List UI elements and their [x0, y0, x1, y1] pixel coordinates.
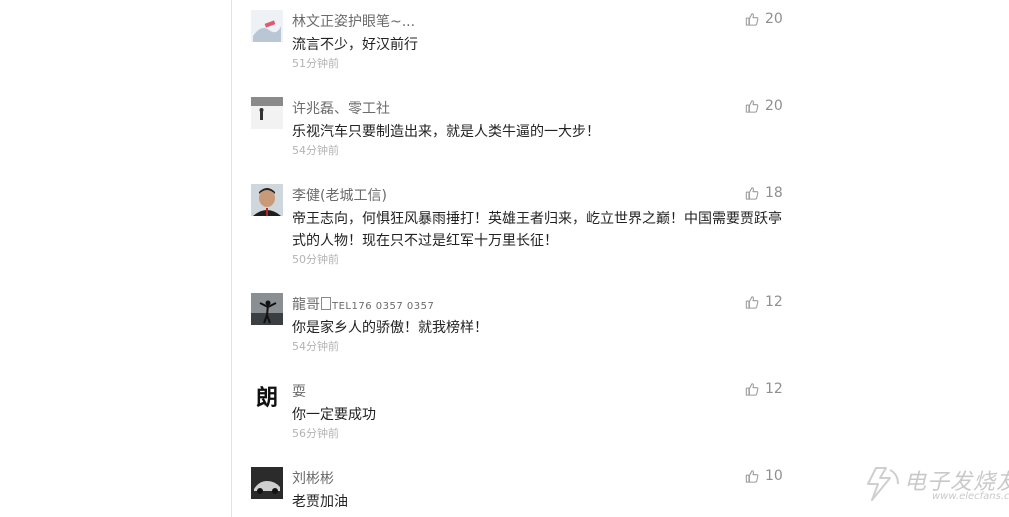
- thumbs-up-icon: [745, 383, 759, 396]
- comment-item: 李健(老城工信) 帝王志向，何惧狂风暴雨捶打！英雄王者归来，屹立世界之巅！中国需…: [251, 184, 791, 266]
- commenter-tel: TEL176 0357 0357: [332, 301, 435, 312]
- like-count: 10: [765, 468, 783, 484]
- commenter-name-text: 龍哥: [292, 297, 320, 313]
- like-count: 20: [765, 11, 783, 27]
- like-count: 18: [765, 185, 783, 201]
- comment-item: 许兆磊、零工社 乐视汽车只要制造出来，就是人类牛逼的一大步！ 54分钟前 20: [251, 97, 791, 157]
- like-button[interactable]: 10: [745, 468, 783, 484]
- commenter-name[interactable]: 李健(老城工信): [292, 185, 387, 205]
- like-button[interactable]: 20: [745, 11, 783, 27]
- avatar[interactable]: [251, 10, 283, 42]
- thumbs-up-icon: [745, 100, 759, 113]
- like-count: 20: [765, 98, 783, 114]
- thumbs-up-icon: [745, 296, 759, 309]
- comment-time: 51分钟前: [292, 57, 339, 70]
- like-button[interactable]: 18: [745, 185, 783, 201]
- comment-item: 龍哥 TEL176 0357 0357 你是家乡人的骄傲！就我榜样！ 54分钟前 …: [251, 293, 791, 353]
- comment-item: 刘彬彬 老贾加油 10: [251, 467, 791, 517]
- avatar-calligraphy: 朗: [255, 385, 278, 411]
- watermark-logo-icon: [867, 467, 899, 501]
- comment-text: 流言不少，好汉前行: [292, 37, 418, 53]
- thumbs-up-icon: [745, 13, 759, 26]
- comment-time: 54分钟前: [292, 340, 339, 353]
- avatar[interactable]: [251, 97, 283, 129]
- watermark-url: www.elecfans.com: [932, 491, 1009, 502]
- commenter-name[interactable]: 刘彬彬: [292, 468, 334, 488]
- commenter-name[interactable]: 许兆磊、零工社: [292, 98, 390, 118]
- comment-text: 你一定要成功: [292, 407, 376, 423]
- comment-text: 你是家乡人的骄傲！就我榜样！: [292, 320, 488, 336]
- comment-text: 乐视汽车只要制造出来，就是人类牛逼的一大步！: [292, 124, 600, 140]
- missing-glyph-box: [321, 297, 331, 310]
- comment-text: 老贾加油: [292, 494, 348, 510]
- commenter-name[interactable]: 林文正姿护眼笔~...: [292, 11, 415, 31]
- avatar[interactable]: [251, 467, 283, 499]
- like-count: 12: [765, 294, 783, 310]
- avatar[interactable]: [251, 293, 283, 325]
- commenter-name[interactable]: 耍: [292, 381, 306, 401]
- like-count: 12: [765, 381, 783, 397]
- comment-item: 林文正姿护眼笔~... 流言不少，好汉前行 51分钟前 20: [251, 10, 791, 70]
- like-button[interactable]: 20: [745, 98, 783, 114]
- comment-text: 帝王志向，何惧狂风暴雨捶打！英雄王者归来，屹立世界之巅！中国需要贾跃亭式的人物！…: [292, 211, 782, 249]
- avatar[interactable]: [251, 184, 283, 216]
- commenter-name[interactable]: 龍哥 TEL176 0357 0357: [292, 294, 434, 314]
- like-button[interactable]: 12: [745, 381, 783, 397]
- avatar[interactable]: 朗: [251, 380, 283, 412]
- comment-time: 56分钟前: [292, 427, 339, 440]
- comment-item: 朗 耍 你一定要成功 56分钟前 12: [251, 380, 791, 440]
- comment-time: 50分钟前: [292, 253, 339, 266]
- like-button[interactable]: 12: [745, 294, 783, 310]
- watermark: 电子发烧友 www.elecfans.com: [864, 462, 1009, 510]
- comment-time: 54分钟前: [292, 144, 339, 157]
- left-divider: [231, 0, 232, 517]
- thumbs-up-icon: [745, 470, 759, 483]
- thumbs-up-icon: [745, 187, 759, 200]
